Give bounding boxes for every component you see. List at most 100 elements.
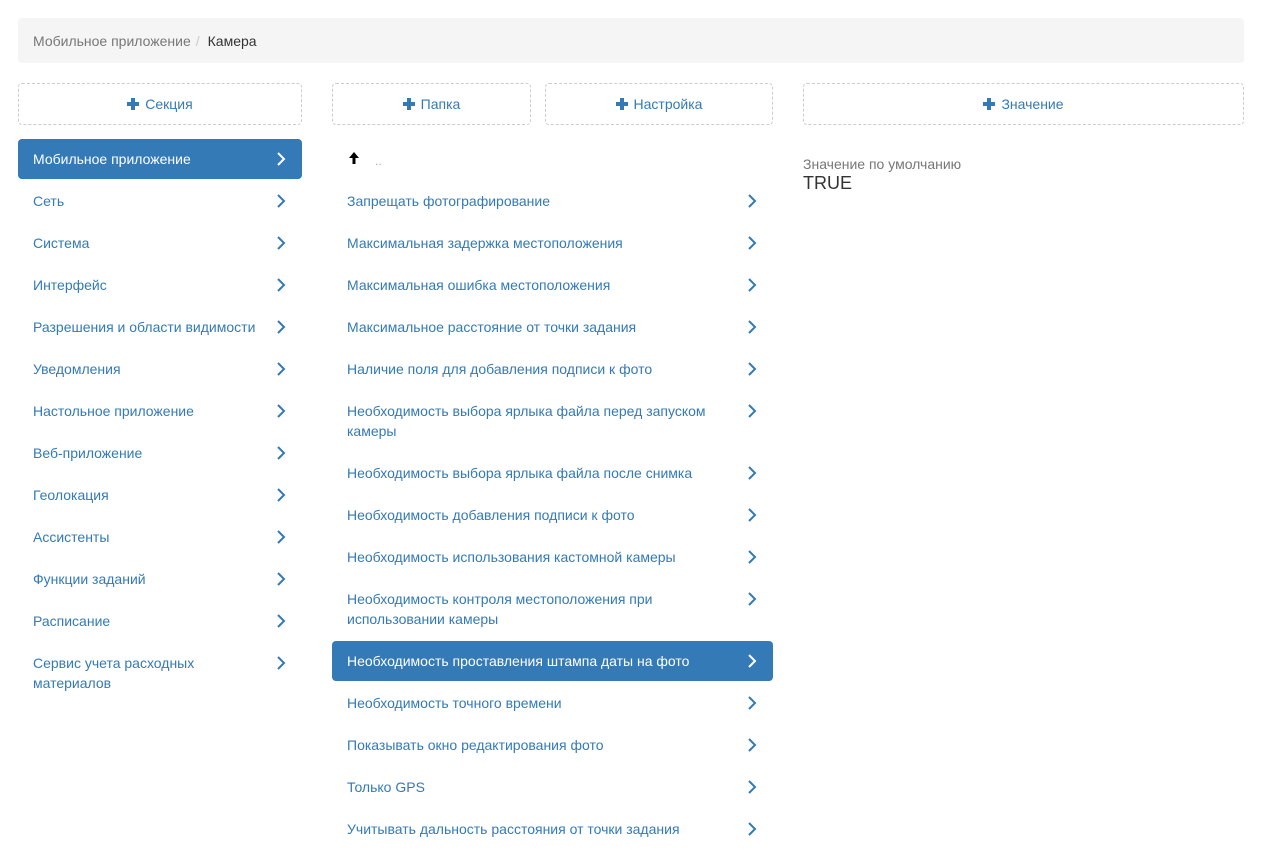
chevron-right-icon xyxy=(747,591,757,607)
setting-item[interactable]: Показывать окно редактирования фото xyxy=(332,725,773,765)
chevron-right-icon xyxy=(747,779,757,795)
add-setting-button[interactable]: Настройка xyxy=(545,83,773,125)
section-item[interactable]: Расписание xyxy=(18,601,302,641)
chevron-right-icon xyxy=(747,737,757,753)
section-item-label: Разрешения и области видимости xyxy=(33,319,256,335)
setting-item-label: Максимальная ошибка местоположения xyxy=(347,277,611,293)
chevron-right-icon xyxy=(747,193,757,209)
plus-icon xyxy=(615,98,628,110)
chevron-right-icon xyxy=(276,319,286,335)
setting-item[interactable]: Максимальная задержка местоположения xyxy=(332,223,773,263)
section-item[interactable]: Разрешения и области видимости xyxy=(18,307,302,347)
add-section-label: Секция xyxy=(145,96,193,112)
setting-item-label: Необходимость проставления штампа даты н… xyxy=(347,653,690,669)
chevron-right-icon xyxy=(276,613,286,629)
setting-item[interactable]: Необходимость проставления штампа даты н… xyxy=(332,641,773,681)
chevron-right-icon xyxy=(747,549,757,565)
chevron-right-icon xyxy=(747,653,757,669)
setting-item[interactable]: Учитывать дальность расстояния от точки … xyxy=(332,809,773,849)
setting-item-label: Необходимость точного времени xyxy=(347,695,562,711)
setting-item-label: Запрещать фотографирование xyxy=(347,193,551,209)
breadcrumb: Мобильное приложение / Камера xyxy=(18,18,1244,63)
breadcrumb-current: Камера xyxy=(207,32,257,49)
chevron-right-icon xyxy=(747,361,757,377)
section-item-label: Сервис учета расходных материалов xyxy=(33,655,195,691)
setting-item[interactable]: Максимальное расстояние от точки задания xyxy=(332,307,773,347)
plus-icon xyxy=(983,98,996,110)
arrow-up-icon xyxy=(347,151,361,168)
folder-up-label: .. xyxy=(375,154,382,168)
section-item[interactable]: Ассистенты xyxy=(18,517,302,557)
chevron-right-icon xyxy=(747,235,757,251)
section-item[interactable]: Уведомления xyxy=(18,349,302,389)
plus-icon xyxy=(127,98,140,110)
setting-item-label: Только GPS xyxy=(347,779,425,795)
setting-item[interactable]: Максимальная ошибка местоположения xyxy=(332,265,773,305)
setting-item[interactable]: Необходимость точного времени xyxy=(332,683,773,723)
chevron-right-icon xyxy=(276,655,286,671)
chevron-right-icon xyxy=(747,821,757,837)
section-item[interactable]: Веб-приложение xyxy=(18,433,302,473)
add-value-button[interactable]: Значение xyxy=(803,83,1244,125)
chevron-right-icon xyxy=(276,445,286,461)
section-item-label: Настольное приложение xyxy=(33,403,194,419)
setting-item[interactable]: Необходимость выбора ярлыка файла перед … xyxy=(332,391,773,451)
setting-item[interactable]: Наличие поля для добавления подписи к фо… xyxy=(332,349,773,389)
section-item-label: Функции заданий xyxy=(33,571,146,587)
chevron-right-icon xyxy=(276,403,286,419)
setting-item-label: Учитывать дальность расстояния от точки … xyxy=(347,821,680,837)
setting-item-label: Необходимость добавления подписи к фото xyxy=(347,507,635,523)
setting-item[interactable]: Только GPS xyxy=(332,767,773,807)
setting-item-label: Максимальное расстояние от точки задания xyxy=(347,319,637,335)
chevron-right-icon xyxy=(276,235,286,251)
section-item-label: Ассистенты xyxy=(33,529,110,545)
setting-item[interactable]: Необходимость использования кастомной ка… xyxy=(332,537,773,577)
section-item-label: Мобильное приложение xyxy=(33,151,191,167)
section-item[interactable]: Система xyxy=(18,223,302,263)
setting-item[interactable]: Необходимость контроля местоположения пр… xyxy=(332,579,773,639)
breadcrumb-parent[interactable]: Мобильное приложение xyxy=(33,33,191,49)
settings-list: .. Запрещать фотографирование Максимальна… xyxy=(332,139,773,851)
chevron-right-icon xyxy=(276,571,286,587)
chevron-right-icon xyxy=(747,695,757,711)
section-item[interactable]: Сервис учета расходных материалов xyxy=(18,643,302,703)
section-item[interactable]: Интерфейс xyxy=(18,265,302,305)
chevron-right-icon xyxy=(747,403,757,419)
value-text: TRUE xyxy=(803,173,852,193)
add-setting-label: Настройка xyxy=(633,96,703,112)
setting-item[interactable]: Запрещать фотографирование xyxy=(332,181,773,221)
chevron-right-icon xyxy=(276,529,286,545)
section-item[interactable]: Функции заданий xyxy=(18,559,302,599)
breadcrumb-separator: / xyxy=(195,32,200,49)
section-item[interactable]: Геолокация xyxy=(18,475,302,515)
section-item-label: Геолокация xyxy=(33,487,109,503)
add-folder-label: Папка xyxy=(420,96,461,112)
chevron-right-icon xyxy=(276,277,286,293)
section-item[interactable]: Настольное приложение xyxy=(18,391,302,431)
chevron-right-icon xyxy=(276,151,286,167)
setting-item-label: Необходимость выбора ярлыка файла после … xyxy=(347,465,693,481)
setting-item[interactable]: Необходимость выбора ярлыка файла после … xyxy=(332,453,773,493)
add-section-button[interactable]: Секция xyxy=(18,83,302,125)
setting-item-label: Максимальная задержка местоположения xyxy=(347,235,623,251)
section-item[interactable]: Мобильное приложение xyxy=(18,139,302,179)
chevron-right-icon xyxy=(276,487,286,503)
chevron-right-icon xyxy=(276,193,286,209)
setting-item-label: Необходимость контроля местоположения пр… xyxy=(347,591,653,627)
setting-item[interactable]: Необходимость добавления подписи к фото xyxy=(332,495,773,535)
section-item-label: Сеть xyxy=(33,193,65,209)
folder-up-row[interactable]: .. xyxy=(332,139,773,179)
setting-item-label: Показывать окно редактирования фото xyxy=(347,737,604,753)
section-item-label: Интерфейс xyxy=(33,277,107,293)
section-item-label: Уведомления xyxy=(33,361,121,377)
add-folder-button[interactable]: Папка xyxy=(332,83,531,125)
plus-icon xyxy=(402,98,415,110)
sections-list: Мобильное приложение Сеть Система Интерфейс… xyxy=(18,139,302,705)
chevron-right-icon xyxy=(276,361,286,377)
value-label: Значение по умолчанию xyxy=(803,156,962,172)
add-value-label: Значение xyxy=(1001,96,1064,112)
chevron-right-icon xyxy=(747,319,757,335)
chevron-right-icon xyxy=(747,465,757,481)
section-item[interactable]: Сеть xyxy=(18,181,302,221)
setting-item-label: Необходимость выбора ярлыка файла перед … xyxy=(347,403,706,439)
